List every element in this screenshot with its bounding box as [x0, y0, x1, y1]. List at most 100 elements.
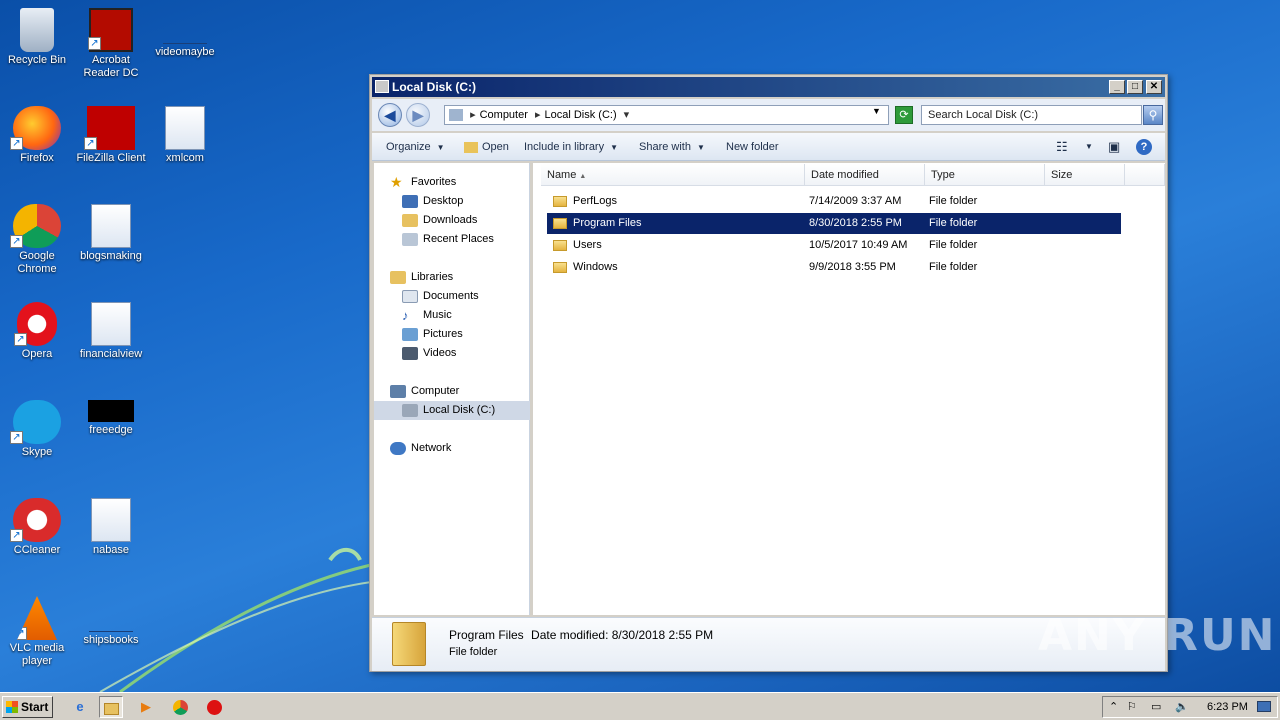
search-icon[interactable]: ⚲: [1143, 105, 1163, 125]
details-name: Program Files: [449, 628, 524, 642]
desktop-icon-blogsmaking[interactable]: blogsmaking: [74, 204, 148, 263]
clock[interactable]: 6:23 PM: [1207, 697, 1248, 717]
windows-logo-icon: [6, 701, 18, 713]
breadcrumb-chevron-icon[interactable]: ▸: [470, 109, 476, 121]
shortcut-arrow-icon: ↗: [84, 137, 97, 150]
view-options-icon[interactable]: ☷: [1056, 133, 1068, 161]
ccleaner-icon: ↗: [10, 498, 61, 542]
close-button[interactable]: ✕: [1146, 80, 1162, 94]
recycle-bin-icon: [20, 8, 54, 52]
desktop-icon-label: videomaybe: [155, 46, 215, 58]
refresh-icon[interactable]: ⟳: [895, 106, 913, 124]
nav-network[interactable]: Network: [390, 439, 546, 458]
desktop-icon-vlc-media-player[interactable]: ↗ VLC media player: [0, 596, 74, 668]
table-row[interactable]: Windows 9/9/2018 3:55 PM File folder: [547, 257, 1121, 278]
table-row[interactable]: Users 10/5/2017 10:49 AM File folder: [547, 235, 1121, 256]
nav-computer[interactable]: Computer: [390, 382, 546, 401]
column-name[interactable]: Name ▲: [541, 164, 805, 186]
table-row[interactable]: PerfLogs 7/14/2009 3:37 AM File folder: [547, 191, 1121, 212]
vlc-icon: ↗: [17, 596, 57, 640]
breadcrumb-chevron-icon[interactable]: ▾: [624, 109, 630, 121]
column-type[interactable]: Type: [925, 164, 1045, 186]
table-row[interactable]: Program Files 8/30/2018 2:55 PM File folde…: [547, 213, 1121, 234]
column-size[interactable]: Size: [1045, 164, 1125, 186]
desktop-icon-nabase[interactable]: nabase: [74, 498, 148, 557]
nav-local-disk[interactable]: Local Disk (C:): [374, 401, 530, 420]
desktop-icon-xmlcom[interactable]: xmlcom: [148, 106, 222, 165]
network-tray-icon[interactable]: ▭: [1151, 697, 1161, 717]
organize-button[interactable]: Organize ▼: [386, 133, 445, 161]
view-dropdown-icon[interactable]: ▼: [1085, 133, 1093, 161]
preview-pane-icon[interactable]: ▣: [1108, 133, 1120, 161]
nav-favorites[interactable]: ★ Favorites: [390, 173, 546, 192]
desktop-icon-label: CCleaner: [13, 544, 61, 556]
breadcrumb-local-disk[interactable]: Local Disk (C:): [544, 109, 616, 121]
start-button[interactable]: Start: [2, 696, 53, 718]
desktop-icon-ccleaner[interactable]: ↗ CCleaner: [0, 498, 74, 557]
desktop-icon-financialview[interactable]: financialview: [74, 302, 148, 361]
window-titlebar[interactable]: Local Disk (C:) _ □ ✕: [372, 77, 1165, 97]
breadcrumb-chevron-icon[interactable]: ▸: [535, 109, 541, 121]
acrobat-icon: ↗: [88, 8, 133, 52]
breadcrumb-computer[interactable]: Computer: [480, 109, 528, 121]
volume-icon[interactable]: 🔈: [1175, 697, 1189, 717]
desktop-icon-skype[interactable]: ↗ Skype: [0, 400, 74, 459]
chrome-taskbar-icon[interactable]: [168, 696, 192, 718]
help-icon[interactable]: ?: [1136, 133, 1152, 161]
back-arrow-icon[interactable]: ◀: [378, 103, 402, 127]
navigation-pane: ★ Favorites Desktop Downloads Recent Plac…: [374, 163, 530, 615]
desktop-icon-opera[interactable]: ↗ Opera: [0, 302, 74, 361]
desktop-icon-filezilla-client[interactable]: ↗ FileZilla Client: [74, 106, 148, 165]
anyrun-watermark: ANY RUN: [1038, 610, 1277, 661]
desktop-icon-freeedge[interactable]: freeedge: [74, 400, 148, 437]
show-desktop-icon[interactable]: [1257, 701, 1271, 712]
address-dropdown-icon[interactable]: ▼: [872, 106, 881, 116]
file-type: File folder: [929, 261, 978, 273]
forward-arrow-icon[interactable]: ▶: [406, 103, 430, 127]
desktop-icon-label: financialview: [79, 348, 143, 360]
desktop-icon-firefox[interactable]: ↗ Firefox: [0, 106, 74, 165]
documents-icon: [402, 289, 418, 303]
details-line1: Program Files Date modified: 8/30/2018 2…: [449, 628, 713, 642]
desktop-icon-label: Acrobat Reader DC: [83, 54, 139, 79]
file-type: File folder: [929, 217, 978, 229]
desktop-icon-acrobat-reader-dc[interactable]: ↗ Acrobat Reader DC: [74, 8, 148, 80]
media-player-icon[interactable]: ▶: [134, 696, 158, 718]
action-center-flag-icon[interactable]: ⚐: [1127, 697, 1137, 717]
folder-large-icon: [392, 622, 426, 666]
downloads-icon: [402, 213, 418, 227]
command-bar: Organize ▼ Open Include in library ▼ Share…: [372, 133, 1165, 161]
maximize-button[interactable]: □: [1127, 80, 1143, 94]
desktop-icon-label: blogsmaking: [80, 250, 142, 262]
minimize-button[interactable]: _: [1109, 80, 1125, 94]
desktop-icon-recycle-bin[interactable]: Recycle Bin: [0, 8, 74, 67]
include-in-library-button[interactable]: Include in library ▼: [524, 133, 618, 161]
music-icon: ♪: [402, 307, 409, 323]
desktop-icon-videomaybe[interactable]: videomaybe: [148, 8, 222, 59]
word-doc-icon: [91, 302, 131, 346]
column-date-modified[interactable]: Date modified: [805, 164, 925, 186]
desktop-icon-shipsbooks[interactable]: shipsbooks: [74, 596, 148, 647]
ie-icon[interactable]: e: [68, 696, 92, 718]
explorer-taskbar-icon[interactable]: [99, 696, 123, 718]
nav-libraries[interactable]: Libraries: [390, 268, 546, 287]
tray-expand-icon[interactable]: ⌃: [1109, 697, 1118, 717]
share-with-button[interactable]: Share with ▼: [639, 133, 705, 161]
new-folder-button[interactable]: New folder: [726, 133, 779, 161]
details-type: File folder: [449, 646, 498, 658]
desktop-icon-google-chrome[interactable]: ↗ Google Chrome: [0, 204, 74, 276]
folder-icon: [553, 195, 567, 207]
desktop-icon-label: Skype: [21, 446, 53, 458]
computer-icon: [390, 384, 406, 398]
desktop-icon-label: freeedge: [89, 424, 133, 436]
file-date: 7/14/2009 3:37 AM: [809, 195, 902, 207]
drive-icon: [402, 403, 418, 417]
address-box[interactable]: ▸ Computer ▸ Local Disk (C:) ▾: [444, 105, 889, 125]
explorer-window[interactable]: Local Disk (C:) _ □ ✕ ◀ ▶ ▸ Computer ▸ Loc…: [369, 74, 1168, 672]
file-name: Windows: [573, 261, 618, 273]
file-name: Users: [573, 239, 602, 251]
search-input[interactable]: Search Local Disk (C:): [921, 105, 1142, 125]
opera-taskbar-icon[interactable]: [202, 696, 226, 718]
desktop-icon-label: Firefox: [20, 152, 54, 164]
open-button[interactable]: Open: [464, 133, 509, 161]
